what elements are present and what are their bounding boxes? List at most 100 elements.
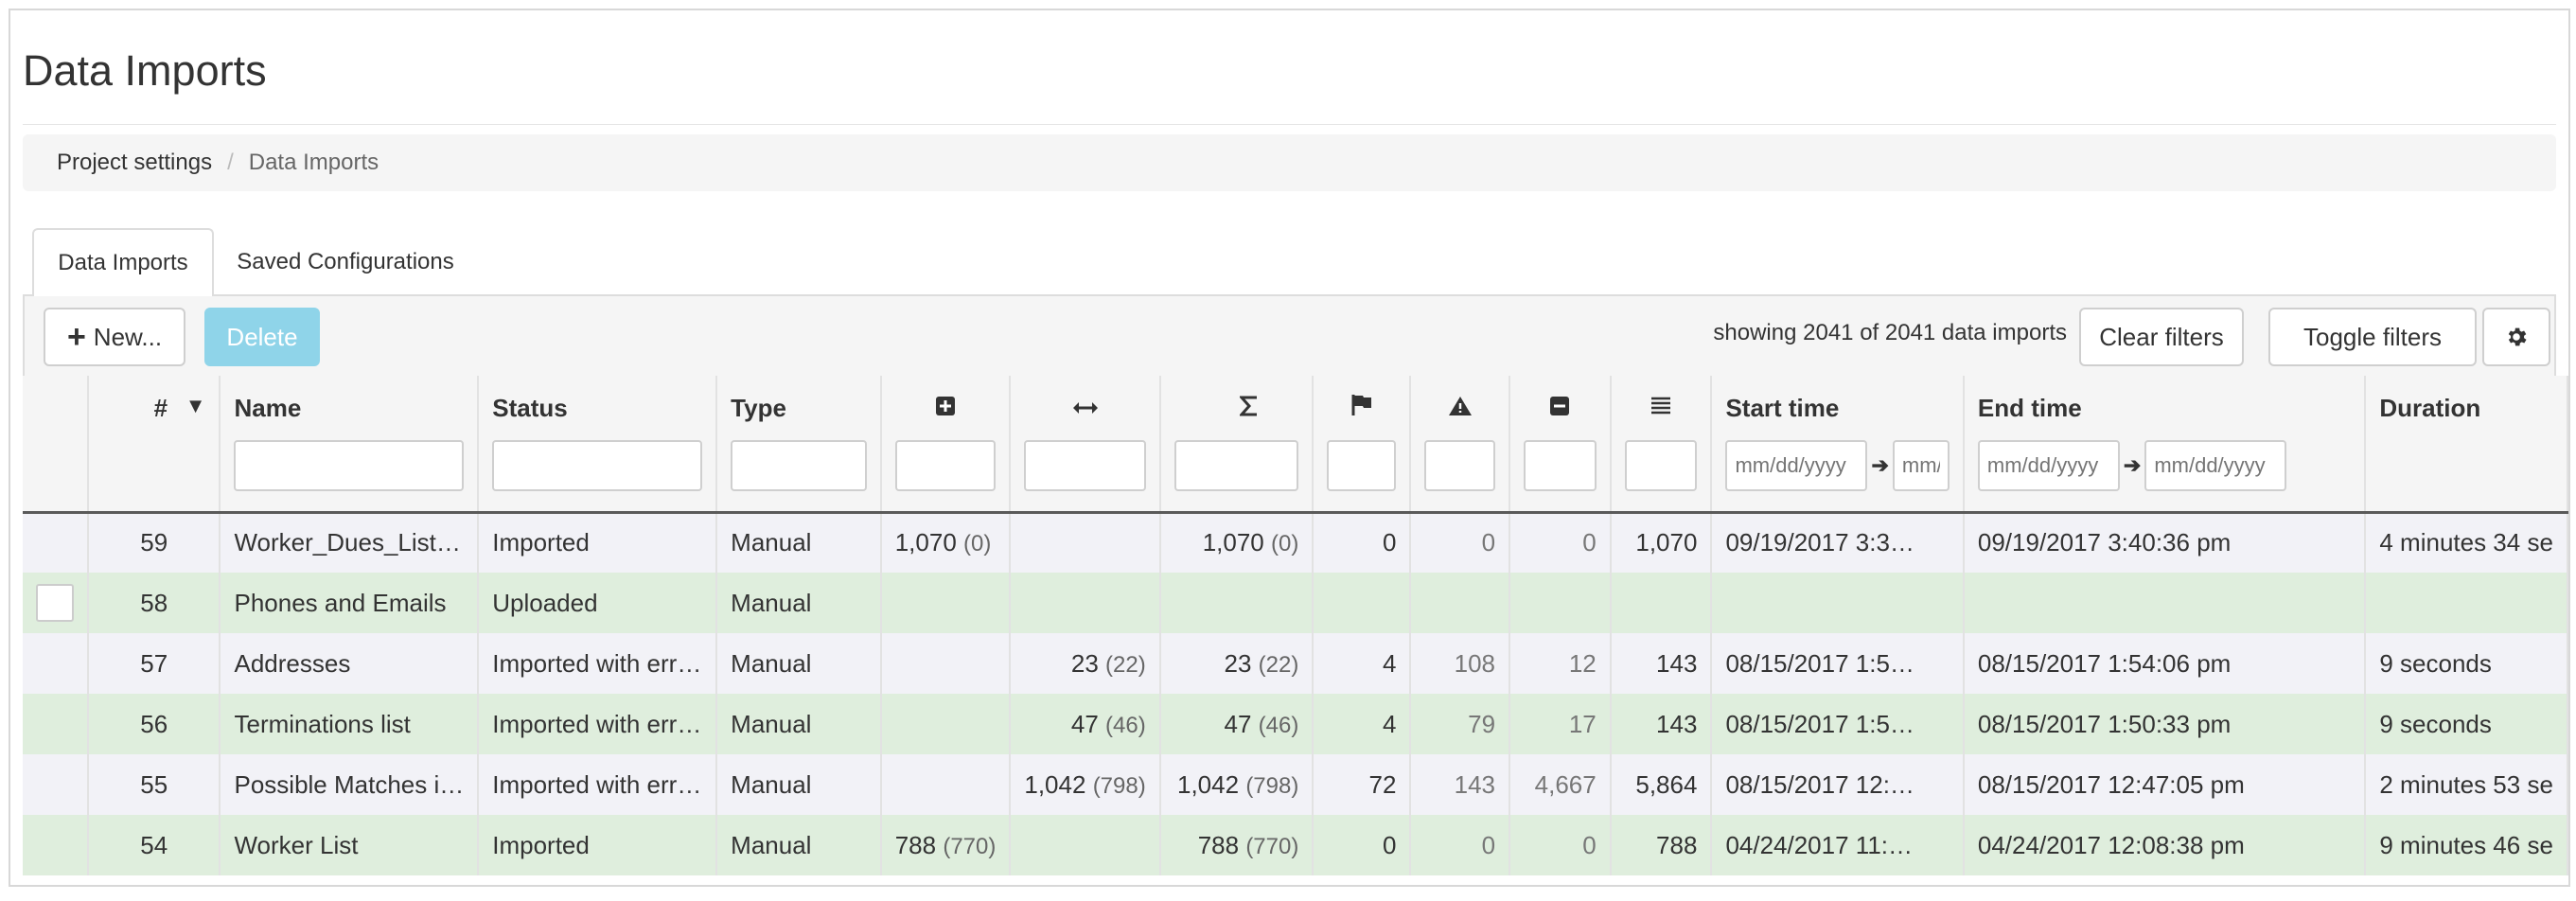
row-updated: 47 (46) — [1010, 694, 1161, 754]
end-date-to-input[interactable] — [2144, 440, 2287, 491]
column-header-name[interactable]: Name — [220, 376, 480, 440]
range-arrow-icon: ➔ — [1871, 453, 1889, 477]
row-select-cell[interactable] — [23, 694, 89, 754]
plus-icon: + — [66, 319, 86, 355]
status-filter-input[interactable] — [492, 440, 703, 491]
row-select-cell[interactable] — [23, 815, 89, 875]
row-start-time: 08/15/2017 1:5… — [1711, 694, 1965, 754]
row-skipped: 12 — [1509, 633, 1612, 694]
rows-filter-input[interactable] — [1624, 440, 1698, 491]
row-skipped: 0 — [1509, 512, 1612, 573]
total-sub: (46) — [1258, 712, 1299, 738]
end-date-from-input[interactable] — [1977, 440, 2120, 491]
updated-filter-input[interactable] — [1024, 440, 1146, 491]
row-skipped: 4,667 — [1509, 754, 1612, 815]
arrows-horizontal-icon — [1072, 402, 1098, 414]
tab-saved-configurations[interactable]: Saved Configurations — [218, 228, 473, 296]
row-total: 23 (22) — [1159, 633, 1314, 694]
row-name[interactable]: Worker_Dues_List… — [220, 512, 480, 573]
select-column-header — [23, 376, 89, 440]
row-type: Manual — [716, 633, 882, 694]
flagged-filter-input[interactable] — [1327, 440, 1397, 491]
total-value: 47 — [1224, 709, 1252, 738]
updated-value: 1,042 — [1024, 769, 1086, 799]
clear-filters-button[interactable]: Clear filters — [2079, 308, 2244, 366]
column-header-total[interactable] — [1159, 376, 1314, 440]
row-updated: 23 (22) — [1010, 633, 1161, 694]
column-header-end-time[interactable]: End time — [1963, 376, 2367, 440]
total-value: 1,070 — [1202, 528, 1264, 557]
row-start-time: 09/19/2017 3:3… — [1711, 512, 1965, 573]
column-header-status[interactable]: Status — [478, 376, 718, 440]
row-created: 1,070 (0) — [880, 512, 1012, 573]
column-header-duration[interactable]: Duration — [2365, 376, 2568, 440]
row-name[interactable]: Addresses — [220, 633, 480, 694]
warnings-filter-input[interactable] — [1424, 440, 1496, 491]
start-time-filter-cell: ➔ — [1711, 440, 1965, 514]
updated-sub: (22) — [1105, 651, 1146, 678]
table-row[interactable]: 54 Worker List Imported Manual 788 (770)… — [23, 815, 2568, 875]
type-filter-cell — [716, 440, 882, 514]
column-header-created[interactable] — [880, 376, 1012, 440]
column-header-skipped[interactable] — [1509, 376, 1612, 440]
row-warnings: 0 — [1410, 815, 1511, 875]
end-date-range: ➔ — [1977, 440, 2351, 491]
row-select-cell[interactable] — [23, 573, 89, 633]
row-end-time: 09/19/2017 3:40:36 pm — [1963, 512, 2367, 573]
row-start-time: 04/24/2017 11:… — [1711, 815, 1965, 875]
row-name[interactable]: Worker List — [220, 815, 480, 875]
new-button-label: New... — [93, 322, 163, 351]
row-flagged: 4 — [1313, 633, 1412, 694]
name-filter-input[interactable] — [234, 440, 465, 491]
column-header-updated[interactable] — [1010, 376, 1161, 440]
skipped-filter-input[interactable] — [1524, 440, 1597, 491]
start-date-from-input[interactable] — [1725, 440, 1868, 491]
type-filter-input[interactable] — [731, 440, 867, 491]
row-duration: 4 minutes 34 se — [2365, 512, 2568, 573]
table-row[interactable]: 56 Terminations list Imported with err… … — [23, 694, 2568, 754]
table-row[interactable]: 59 Worker_Dues_List… Imported Manual 1,0… — [23, 512, 2568, 573]
column-header-number[interactable]: # ▼ — [88, 376, 221, 440]
row-status: Imported with err… — [478, 754, 718, 815]
column-header-type[interactable]: Type — [716, 376, 882, 440]
delete-button[interactable]: Delete — [204, 308, 320, 366]
row-rows: 1,070 — [1610, 512, 1713, 573]
total-sub: (0) — [1271, 531, 1299, 557]
breadcrumb-project-settings[interactable]: Project settings — [57, 150, 212, 176]
row-select-cell[interactable] — [23, 512, 89, 573]
row-number: 59 — [88, 512, 221, 573]
row-name[interactable]: Terminations list — [220, 694, 480, 754]
total-value: 788 — [1197, 830, 1240, 859]
row-checkbox[interactable] — [36, 584, 74, 622]
table-row[interactable]: 55 Possible Matches i… Imported with err… — [23, 754, 2568, 815]
row-end-time: 08/15/2017 1:54:06 pm — [1963, 633, 2367, 694]
table-row[interactable]: 58 Phones and Emails Uploaded Manual — [23, 573, 2568, 633]
created-filter-input[interactable] — [894, 440, 997, 491]
row-name[interactable]: Possible Matches i… — [220, 754, 480, 815]
row-select-cell[interactable] — [23, 754, 89, 815]
row-status: Imported — [478, 815, 718, 875]
row-flagged — [1313, 573, 1412, 633]
total-filter-cell — [1159, 440, 1314, 514]
column-header-rows[interactable] — [1610, 376, 1713, 440]
new-button[interactable]: + New... — [44, 308, 185, 366]
settings-button[interactable] — [2482, 308, 2550, 366]
toggle-filters-button[interactable]: Toggle filters — [2268, 308, 2477, 366]
row-select-cell[interactable] — [23, 633, 89, 694]
start-date-to-input[interactable] — [1892, 440, 1950, 491]
created-sub: (0) — [963, 531, 992, 557]
column-header-flagged[interactable] — [1313, 376, 1412, 440]
row-start-time: 08/15/2017 12:… — [1711, 754, 1965, 815]
table-row[interactable]: 57 Addresses Imported with err… Manual 2… — [23, 633, 2568, 694]
column-header-start-time[interactable]: Start time — [1711, 376, 1965, 440]
updated-value: 23 — [1070, 648, 1099, 678]
number-filter-cell — [88, 440, 221, 514]
total-filter-input[interactable] — [1173, 440, 1299, 491]
row-duration: 9 seconds — [2365, 633, 2568, 694]
warning-icon — [1448, 397, 1472, 415]
end-time-filter-cell: ➔ — [1963, 440, 2367, 514]
flag-icon — [1351, 395, 1371, 415]
row-name[interactable]: Phones and Emails — [220, 573, 480, 633]
tab-data-imports[interactable]: Data Imports — [32, 228, 214, 296]
column-header-warnings[interactable] — [1410, 376, 1511, 440]
